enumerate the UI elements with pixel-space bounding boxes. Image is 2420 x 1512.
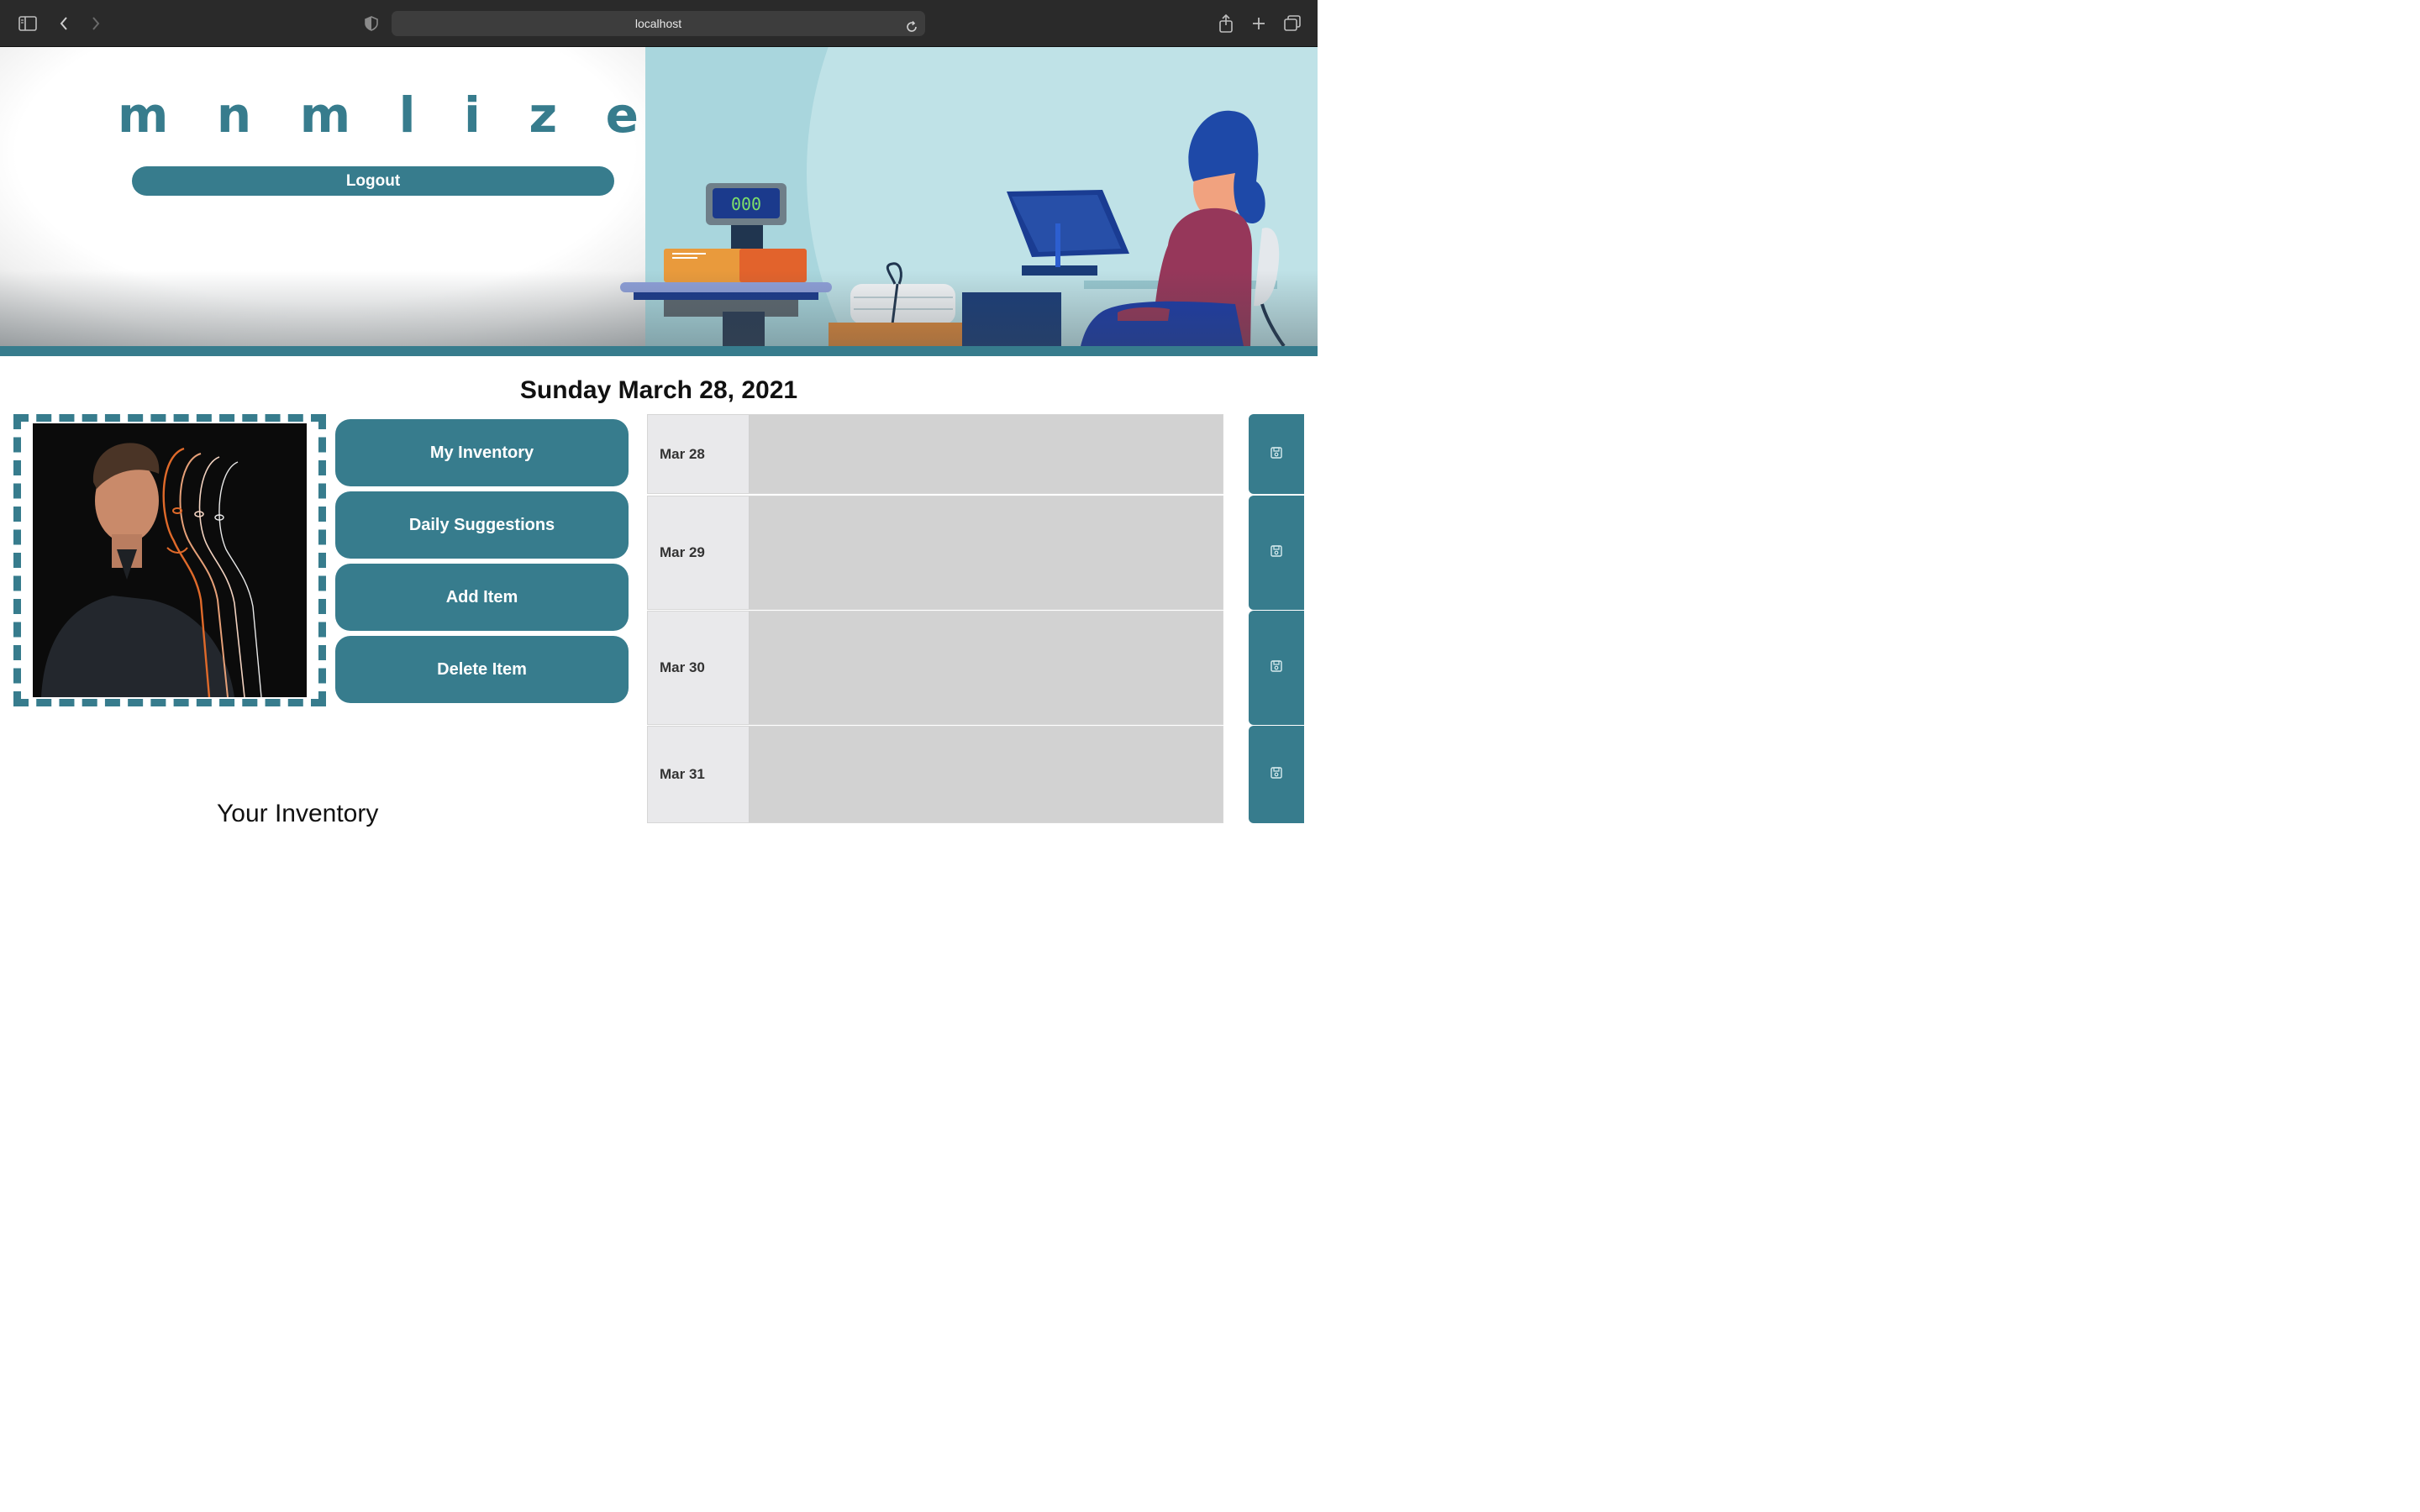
sidebar-toggle-icon[interactable]: [18, 13, 38, 34]
save-button[interactable]: [1249, 414, 1304, 494]
forward-icon[interactable]: [86, 13, 106, 34]
logo-letter: m: [299, 87, 351, 144]
new-tab-icon[interactable]: [1249, 13, 1269, 34]
day-label: Mar 29: [648, 496, 750, 609]
day-notes-input[interactable]: [750, 496, 1223, 609]
add-item-button[interactable]: Add Item: [335, 564, 629, 631]
logo-letter: n: [216, 87, 252, 144]
reload-icon[interactable]: [905, 17, 918, 32]
day-row: Mar 31: [647, 726, 1223, 823]
day-row: Mar 29: [647, 496, 1223, 610]
save-icon: [1270, 545, 1282, 560]
day-row: Mar 30: [647, 611, 1223, 725]
save-button[interactable]: [1249, 611, 1304, 725]
tab-overview-icon[interactable]: [1282, 13, 1302, 34]
hero-shade: [0, 270, 1318, 346]
share-icon[interactable]: [1216, 13, 1236, 34]
logout-button[interactable]: Logout: [132, 166, 614, 196]
save-icon: [1270, 660, 1282, 675]
my-inventory-button[interactable]: My Inventory: [335, 419, 629, 486]
address-bar[interactable]: localhost: [392, 11, 925, 36]
privacy-shield-icon[interactable]: [361, 13, 381, 34]
save-icon: [1270, 767, 1282, 782]
day-label: Mar 31: [648, 727, 750, 822]
save-button[interactable]: [1249, 726, 1304, 823]
save-button[interactable]: [1249, 496, 1304, 610]
day-label: Mar 28: [648, 415, 750, 493]
browser-toolbar: localhost: [0, 0, 1318, 47]
svg-text:000: 000: [731, 194, 761, 214]
logo-letter: m: [118, 87, 169, 144]
save-icon: [1270, 446, 1282, 462]
day-notes-input[interactable]: [750, 415, 1223, 493]
url-text: localhost: [634, 17, 682, 30]
header-divider: [0, 346, 1318, 356]
day-label: Mar 30: [648, 612, 750, 724]
logo-letter: l: [398, 87, 416, 144]
delete-item-button[interactable]: Delete Item: [335, 636, 629, 703]
profile-portrait-image: [33, 423, 307, 697]
day-notes-input[interactable]: [750, 727, 1223, 822]
hero-banner: m n m l i z e Logout 000: [0, 47, 1318, 346]
logo-letter: i: [464, 87, 481, 144]
logo: m n m l i z e: [118, 86, 639, 144]
logo-letter: z: [529, 87, 558, 144]
back-icon[interactable]: [54, 13, 74, 34]
profile-photo: [33, 423, 307, 697]
day-row: Mar 28: [647, 414, 1223, 494]
day-notes-input[interactable]: [750, 612, 1223, 724]
your-inventory-heading: Your Inventory: [217, 800, 379, 827]
current-date-heading: Sunday March 28, 2021: [519, 376, 798, 404]
daily-suggestions-button[interactable]: Daily Suggestions: [335, 491, 629, 559]
